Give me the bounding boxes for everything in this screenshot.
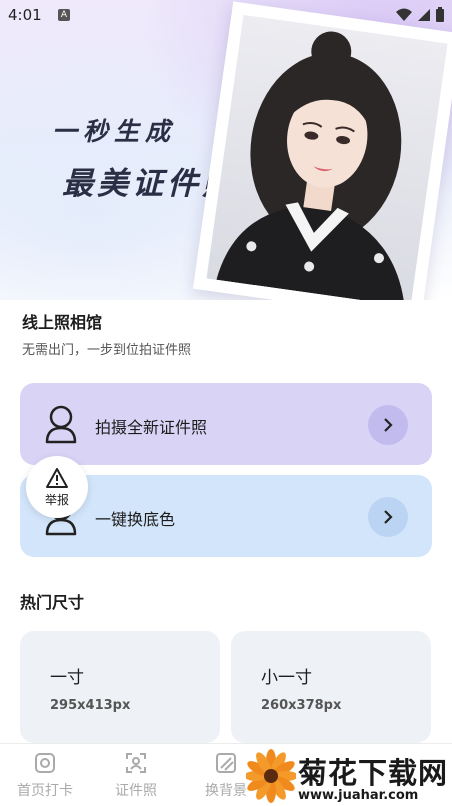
size-card-one-inch[interactable]: 一寸 295x413px xyxy=(20,631,220,743)
warning-icon xyxy=(46,467,68,488)
background-slash-icon xyxy=(216,753,236,773)
camera-square-icon xyxy=(35,753,55,773)
status-bar: 4:01 A xyxy=(0,0,452,32)
chevron-right-icon xyxy=(384,418,393,432)
wifi-icon xyxy=(396,8,412,21)
cellular-signal-icon xyxy=(418,8,430,21)
portrait-scan-icon xyxy=(126,753,146,773)
battery-icon xyxy=(436,7,444,22)
size-name: 小一寸 xyxy=(261,668,312,688)
size-dimensions: 295x413px xyxy=(50,698,131,713)
new-id-photo-card[interactable]: 拍摄全新证件照 xyxy=(20,383,432,465)
nav-label: 首页打卡 xyxy=(17,783,73,799)
new-id-photo-arrow-button[interactable] xyxy=(368,405,408,445)
flower-logo-icon xyxy=(246,749,296,803)
studio-title: 线上照相馆 xyxy=(22,313,103,332)
hero-banner: 一秒生成 最美证件照 xyxy=(0,0,452,300)
new-id-photo-label: 拍摄全新证件照 xyxy=(95,418,208,437)
hot-sizes-title: 热门尺寸 xyxy=(20,593,85,612)
report-label: 举报 xyxy=(44,492,69,507)
notification-badge-icon: A xyxy=(58,9,70,21)
size-dimensions: 260x378px xyxy=(261,698,342,713)
site-watermark: 菊花下载网 www.juahar.com xyxy=(246,748,452,805)
person-outline-icon xyxy=(45,405,77,444)
sample-portrait-photo xyxy=(192,1,452,300)
size-name: 一寸 xyxy=(50,668,84,688)
nav-item-id-photo[interactable]: 证件照 xyxy=(96,752,176,800)
nav-item-checkin[interactable]: 首页打卡 xyxy=(5,752,85,800)
hero-slogan-line1: 一秒生成 xyxy=(52,117,177,146)
change-background-arrow-button[interactable] xyxy=(368,497,408,537)
chevron-right-icon xyxy=(384,510,393,524)
change-background-label: 一键换底色 xyxy=(95,510,176,529)
nav-label: 证件照 xyxy=(115,783,157,799)
status-time: 4:01 xyxy=(8,6,42,24)
studio-subtitle: 无需出门，一步到位拍证件照 xyxy=(22,343,192,358)
size-card-small-one-inch[interactable]: 小一寸 260x378px xyxy=(231,631,431,743)
portrait-illustration xyxy=(216,31,405,300)
watermark-text: 菊花下载网 xyxy=(298,756,449,790)
report-button[interactable]: 举报 xyxy=(26,456,88,518)
watermark-url: www.juahar.com xyxy=(298,788,419,803)
